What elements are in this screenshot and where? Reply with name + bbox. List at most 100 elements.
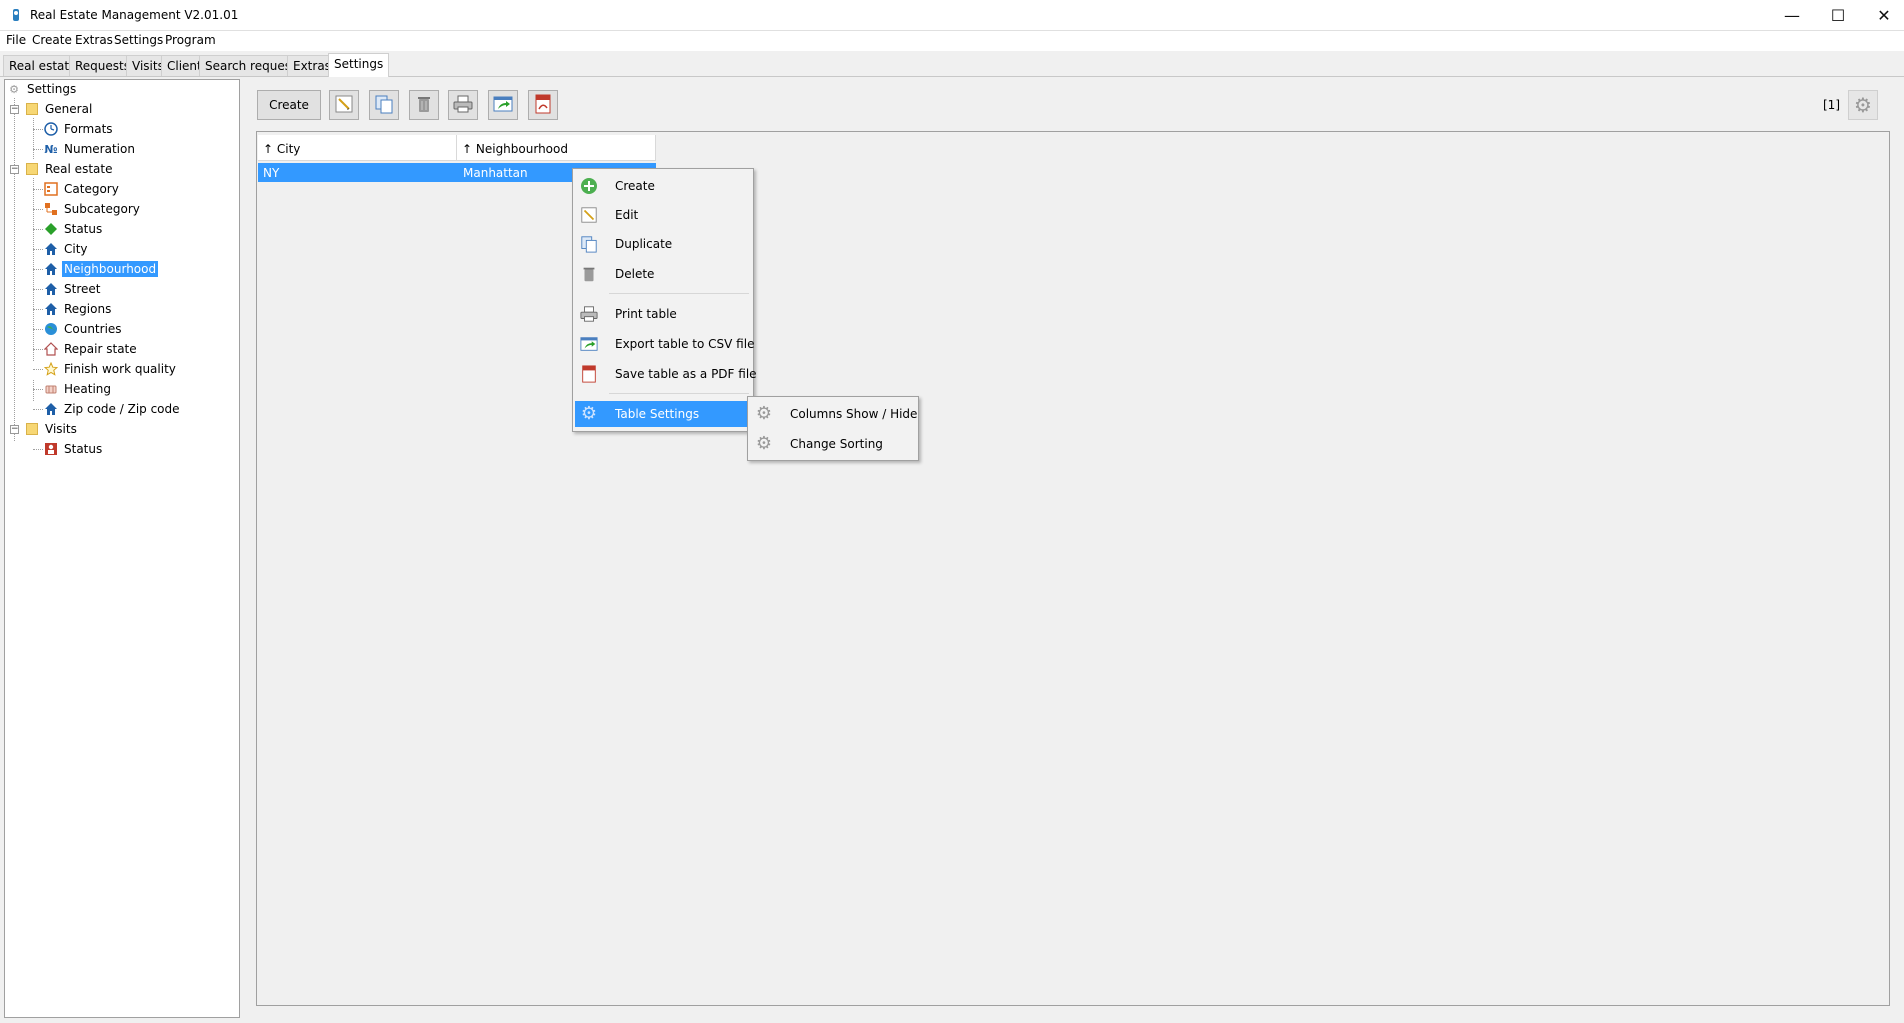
star-icon <box>44 362 58 376</box>
tree-item-regions[interactable]: Regions <box>44 300 113 318</box>
tree-item-countries[interactable]: Countries <box>44 320 124 338</box>
create-button[interactable]: Create <box>257 90 321 120</box>
menu-separator <box>609 393 749 394</box>
data-table[interactable]: ↑ City ↑ Neighbourhood NY Manhattan <box>256 131 1890 1006</box>
gear-icon: ⚙ <box>755 433 773 454</box>
house-icon <box>44 282 58 296</box>
heating-icon <box>44 382 58 396</box>
ctx-export-csv[interactable]: Export table to CSV file <box>575 331 754 357</box>
edit-button[interactable] <box>329 90 359 120</box>
printer-icon <box>579 304 599 324</box>
tree-item-street[interactable]: Street <box>44 280 102 298</box>
delete-button[interactable] <box>409 90 439 120</box>
house-outline-icon <box>44 342 58 356</box>
tree-item-repair-state[interactable]: Repair state <box>44 340 139 358</box>
printer-icon <box>452 94 474 117</box>
window-title: Real Estate Management V2.01.01 <box>30 8 239 22</box>
gear-icon: ⚙ <box>755 403 773 424</box>
tree-item-neighbourhood[interactable]: Neighbourhood <box>44 260 159 278</box>
context-menu: Create Edit Duplicate Delete Print table… <box>572 168 757 432</box>
save-pdf-button[interactable] <box>528 90 558 120</box>
ctx-delete[interactable]: Delete <box>575 261 751 287</box>
trash-icon <box>579 264 599 284</box>
tree-item-status[interactable]: Status <box>44 220 104 238</box>
trash-icon <box>414 94 434 117</box>
maximize-button[interactable]: ☐ <box>1815 0 1861 31</box>
ctx-edit[interactable]: Edit <box>575 202 751 228</box>
table-settings-button[interactable]: ⚙ <box>1848 90 1878 120</box>
house-icon <box>44 262 58 276</box>
house-icon <box>44 302 58 316</box>
column-header-neighbourhood[interactable]: ↑ Neighbourhood <box>457 135 656 161</box>
tree-item-heating[interactable]: Heating <box>44 380 113 398</box>
tab-settings[interactable]: Settings <box>328 53 390 77</box>
diamond-status-icon <box>44 222 58 236</box>
tree-node-real-estate[interactable]: Real estate <box>25 160 114 178</box>
ctx-table-settings[interactable]: ⚙ Table Settings <box>575 401 751 427</box>
close-button[interactable]: ✕ <box>1861 0 1904 31</box>
ctx-columns-show-hide[interactable]: ⚙ Columns Show / Hide <box>750 401 918 427</box>
export-icon <box>492 94 514 117</box>
tree-item-finish-work-quality[interactable]: Finish work quality <box>44 360 178 378</box>
folder-icon <box>25 162 39 176</box>
tree-node-general[interactable]: General <box>25 100 94 118</box>
print-button[interactable] <box>448 90 478 120</box>
menu-separator <box>609 293 749 294</box>
duplicate-icon <box>579 234 599 254</box>
cell-neighbourhood: Manhattan <box>463 166 528 180</box>
collapse-general[interactable]: − <box>10 105 19 114</box>
tree-item-category[interactable]: Category <box>44 180 121 198</box>
duplicate-button[interactable] <box>369 90 399 120</box>
subcategory-icon <box>44 202 58 216</box>
menu-program[interactable]: Program <box>165 33 216 47</box>
tree-item-formats[interactable]: Formats <box>44 120 115 138</box>
export-csv-button[interactable] <box>488 90 518 120</box>
tree-item-zip-code[interactable]: Zip code / Zip code <box>44 400 182 418</box>
tree-item-numeration[interactable]: № Numeration <box>44 140 137 158</box>
menu-extras[interactable]: Extras <box>75 33 113 47</box>
app-icon <box>10 8 22 22</box>
tree-item-subcategory[interactable]: Subcategory <box>44 200 142 218</box>
edit-icon <box>579 205 599 225</box>
numero-icon: № <box>44 142 58 156</box>
menu-create[interactable]: Create <box>32 33 72 47</box>
export-icon <box>579 334 599 354</box>
ctx-duplicate[interactable]: Duplicate <box>575 231 751 257</box>
ctx-create[interactable]: Create <box>575 173 751 199</box>
tree-item-city[interactable]: City <box>44 240 90 258</box>
collapse-real-estate[interactable]: − <box>10 165 19 174</box>
collapse-visits[interactable]: − <box>10 425 19 434</box>
duplicate-icon <box>374 94 394 117</box>
folder-icon <box>25 422 39 436</box>
plus-circle-icon <box>579 176 599 196</box>
edit-icon <box>334 94 354 117</box>
gear-icon: ⚙ <box>580 403 598 424</box>
tree-node-visits[interactable]: Visits <box>25 420 79 438</box>
tree-item-visits-status[interactable]: Status <box>44 440 104 458</box>
table-settings-submenu: ⚙ Columns Show / Hide ⚙ Change Sorting <box>747 396 919 461</box>
minimize-button[interactable]: — <box>1769 0 1815 31</box>
pdf-icon <box>533 94 553 117</box>
tree-root-settings[interactable]: ⚙ Settings <box>7 80 78 98</box>
house-icon <box>44 402 58 416</box>
menu-bar: File Create Extras Settings Program <box>0 31 1904 51</box>
ctx-print-table[interactable]: Print table <box>575 301 751 327</box>
globe-icon <box>44 322 58 336</box>
globe-clock-icon <box>44 122 58 136</box>
tab-bar: Real estate Requests Visits Client Searc… <box>0 53 1904 77</box>
folder-icon <box>25 102 39 116</box>
title-bar: Real Estate Management V2.01.01 — ☐ ✕ <box>0 0 1904 31</box>
gear-icon: ⚙ <box>9 82 19 96</box>
record-counter: [1] <box>1823 98 1840 112</box>
house-icon <box>44 242 58 256</box>
ctx-save-pdf[interactable]: Save table as a PDF file <box>575 361 757 387</box>
menu-file[interactable]: File <box>6 33 26 47</box>
category-icon <box>44 182 58 196</box>
menu-settings[interactable]: Settings <box>114 33 163 47</box>
pdf-icon <box>579 364 599 384</box>
column-header-city[interactable]: ↑ City <box>258 135 457 161</box>
gear-icon: ⚙ <box>1854 93 1872 117</box>
ctx-change-sorting[interactable]: ⚙ Change Sorting <box>750 431 916 457</box>
person-status-icon <box>44 442 58 456</box>
settings-tree[interactable]: ⚙ Settings − General Formats № Numeratio… <box>4 79 240 1018</box>
